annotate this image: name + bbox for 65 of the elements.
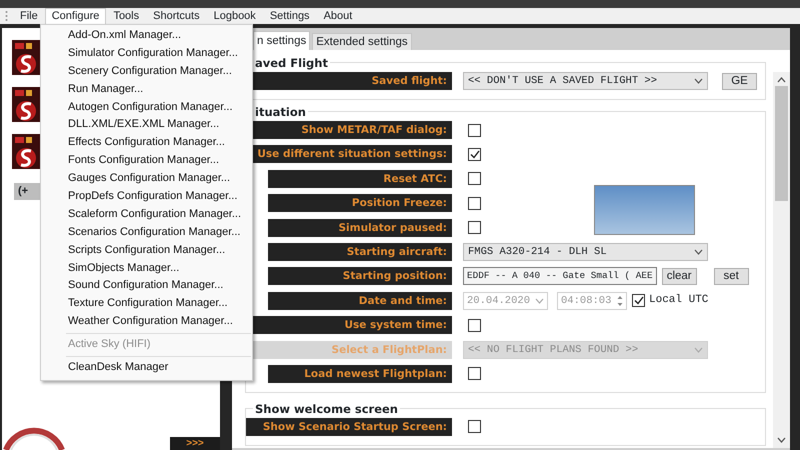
menu-item[interactable]: Simulator Configuration Manager... [41,44,252,63]
menu-item[interactable]: Scenarios Configuration Manager... [41,224,252,242]
tab[interactable]: n settings [253,31,310,50]
expand-button[interactable]: >>> [170,437,220,450]
dropdown-value: << DON'T USE A SAVED FLIGHT >> [468,74,658,89]
checkbox[interactable] [468,221,481,234]
action-button[interactable]: GE [722,72,757,90]
menu-item[interactable]: Configure [44,8,106,24]
field-label: Starting aircraft: [268,242,452,261]
field-label: Show Scenario Startup Screen: [246,418,452,436]
menu-item[interactable]: Scaleform Configuration Manager... [41,206,252,224]
checkbox[interactable] [468,420,481,434]
field-label: Date and time: [268,292,452,310]
group-title: Show welcome screen [253,402,400,416]
menu-item[interactable]: Scripts Configuration Manager... [41,242,252,260]
menu-item[interactable]: Gauges Configuration Manager... [41,170,252,188]
menu-item[interactable]: Texture Configuration Manager... [41,295,252,314]
menu-item[interactable]: CleanDesk Manager [41,359,252,377]
field-label: Position Freeze: [268,194,452,212]
checkbox[interactable] [468,124,481,136]
menu-item[interactable]: About [316,8,360,24]
menu-item[interactable]: File [13,8,45,24]
checkbox[interactable] [468,172,481,186]
app-icon[interactable] [12,134,40,169]
group-title: aved Flight [253,56,330,70]
action-button[interactable]: set [714,268,749,285]
menu-item[interactable]: PropDefs Configuration Manager... [41,188,252,206]
dropdown[interactable]: FMGS A320-214 - DLH SL [463,242,708,261]
dropdown-value: FMGS A320-214 - DLH SL [468,244,607,260]
scroll-down-icon[interactable] [777,437,786,443]
field-label: Starting position: [268,267,452,286]
menu-item[interactable]: SimObjects Manager... [41,260,252,278]
checkbox[interactable] [468,367,481,380]
menu-item[interactable]: Autogen Configuration Manager... [41,98,252,116]
add-button[interactable]: (+ [14,183,42,200]
menu-item[interactable]: Sound Configuration Manager... [41,277,252,296]
checkbox-label: Local UTC [649,293,708,308]
caret-icon[interactable] [694,78,703,84]
field-label: Load newest Flightplan: [268,364,452,383]
caret-icon[interactable] [694,248,703,255]
menu-item[interactable]: Tools [106,8,146,24]
menu-item[interactable]: Shortcuts [146,8,207,24]
menu-item[interactable]: Add-On.xml Manager... [41,27,252,45]
checkbox[interactable] [468,196,481,210]
checkbox[interactable] [468,318,481,332]
time-value: 04:08:03 [561,294,612,309]
scrollbar[interactable] [773,72,790,448]
text-field[interactable]: EDDF -- A 040 -- Gate Small ( AEE [463,267,657,286]
scroll-thumb[interactable] [775,86,788,201]
grip-icon[interactable] [5,10,8,22]
checkbox[interactable] [632,294,645,308]
tab[interactable]: Extended settings [312,33,412,50]
action-button[interactable]: clear [662,268,697,285]
menu-item[interactable]: Logbook [206,8,263,24]
menu-item[interactable]: Settings [262,8,317,24]
app-icon[interactable] [12,87,40,122]
checkbox[interactable] [468,148,481,161]
group-title: ituation [253,105,308,119]
field-label: Reset ATC: [268,170,452,188]
dropdown-value: << NO FLIGHT PLANS FOUND >> [468,342,638,358]
dropdown[interactable]: << DON'T USE A SAVED FLIGHT >> [463,72,708,90]
field-label: Simulator paused: [268,218,452,237]
date-value: 20.04.2020 [467,294,530,309]
app-icon[interactable] [12,40,40,75]
scroll-up-icon[interactable] [777,77,786,83]
